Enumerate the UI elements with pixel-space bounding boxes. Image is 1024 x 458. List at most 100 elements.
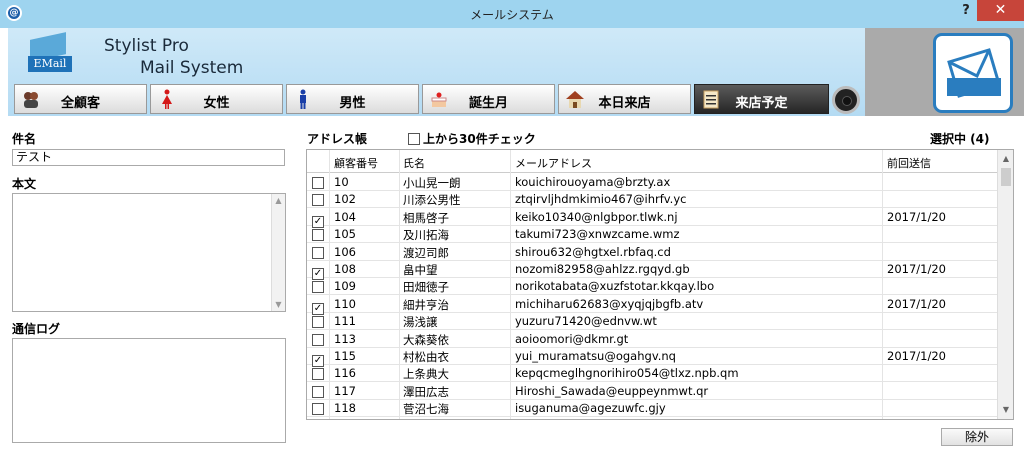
body-scrollbar[interactable]: ▲ ▼ <box>271 194 285 311</box>
cell-name: 村松由衣 <box>403 350 449 364</box>
cell-id: 102 <box>334 192 356 207</box>
cell-id: 117 <box>334 383 356 398</box>
checkbox-icon[interactable] <box>312 194 324 207</box>
tab-all-customers[interactable]: 全顧客 <box>14 84 147 114</box>
checkbox-icon[interactable] <box>312 177 324 189</box>
cell-last-sent: 2017/1/20 <box>887 262 946 276</box>
table-row[interactable]: ✓ 104 相馬啓子 keiko10340@nlgbpor.tlwk.nj 2017/1… <box>307 209 997 228</box>
row-checkbox[interactable] <box>312 367 327 381</box>
window-title: メールシステム <box>470 8 554 22</box>
subject-input[interactable]: テスト <box>12 149 285 166</box>
checkbox-icon[interactable] <box>312 281 324 294</box>
title-bar: @ メールシステム ? ✕ <box>0 0 1024 28</box>
cell-id: 109 <box>334 279 356 294</box>
grid-scrollbar[interactable]: ▲ ▼ <box>997 150 1013 419</box>
cell-id: 10 <box>334 175 349 189</box>
body-textarea[interactable]: ▲ ▼ <box>12 193 286 312</box>
log-label: 通信ログ <box>12 322 61 336</box>
cell-email: ztqirvljhdmkimio467@ihrfv.yc <box>515 192 687 207</box>
cell-email: kepqcmeglhgnorihiro054@tlxz.npb.qm <box>515 366 739 381</box>
exclude-button[interactable]: 除外 <box>941 428 1013 446</box>
tab-female[interactable]: 女性 <box>150 84 283 114</box>
logo-text: EMail <box>28 56 72 72</box>
table-row[interactable]: ✓ 110 細井亨治 michiharu62683@xyqjqjbgfb.atv 201… <box>307 296 997 315</box>
log-textarea[interactable] <box>12 338 286 443</box>
cell-email: norikotabata@xuzfstotar.kkqay.lbo <box>515 279 715 294</box>
cell-name: 相馬啓子 <box>403 210 449 225</box>
cell-email: isuganuma@agezuwfc.gjy <box>515 401 666 416</box>
cell-id: 118 <box>334 401 356 416</box>
checkbox-icon[interactable] <box>312 246 324 259</box>
cell-id: 115 <box>334 349 356 363</box>
close-button[interactable]: ✕ <box>977 0 1024 21</box>
col-header-id[interactable]: 顧客番号 <box>334 155 378 171</box>
subject-label: 件名 <box>12 132 37 146</box>
col-header-last-sent[interactable]: 前回送信 <box>887 155 931 171</box>
table-row[interactable]: 118 菅沼七海 isuganuma@agezuwfc.gjy <box>307 400 997 418</box>
brand-line1: Stylist Pro <box>104 36 189 56</box>
cell-email: aoioomori@dkmr.gt <box>515 331 629 346</box>
cell-name: 大森葵依 <box>403 332 449 347</box>
settings-gear-icon[interactable] <box>832 86 860 114</box>
scroll-down-icon[interactable]: ▼ <box>998 403 1013 417</box>
row-checkbox[interactable] <box>312 402 327 416</box>
scroll-up-icon[interactable]: ▲ <box>998 152 1013 166</box>
checkbox-icon[interactable] <box>408 133 420 145</box>
table-row[interactable]: ✓ 115 村松由衣 yui_muramatsu@ogahgv.nq 2017/1/20 <box>307 348 997 367</box>
cell-name: 渡辺司郎 <box>403 245 449 260</box>
tab-label: 来店予定 <box>735 96 788 111</box>
cell-email: Hiroshi_Sawada@euppeynmwt.qr <box>515 383 709 398</box>
table-row[interactable]: 109 田畑徳子 norikotabata@xuzfstotar.kkqay.lbo <box>307 278 997 296</box>
checkbox-icon[interactable] <box>312 403 324 416</box>
send-mail-button[interactable] <box>933 33 1013 113</box>
table-row[interactable]: 106 渡辺司郎 shirou632@hgtxel.rbfaq.cd <box>307 244 997 261</box>
table-row[interactable]: 116 上条典大 kepqcmeglhgnorihiro054@tlxz.npb.q… <box>307 365 997 383</box>
grid-header: 顧客番号 氏名 メールアドレス 前回送信 <box>307 150 997 173</box>
row-checkbox[interactable] <box>312 333 327 347</box>
cell-id: 104 <box>334 209 356 224</box>
brand-line2: Mail System <box>140 58 244 78</box>
tab-birth-month[interactable]: 誕生月 <box>422 84 555 114</box>
row-checkbox[interactable] <box>312 228 327 242</box>
row-checkbox[interactable] <box>312 193 327 207</box>
row-checkbox[interactable] <box>312 176 327 190</box>
checkbox-icon[interactable] <box>312 385 324 398</box>
checkbox-icon[interactable] <box>312 368 324 381</box>
help-button[interactable]: ? <box>958 3 974 18</box>
cell-id: 106 <box>334 244 356 259</box>
cell-name: 小山晃一朗 <box>403 176 461 190</box>
cell-email: kouichirouoyama@brzty.ax <box>515 175 671 189</box>
scroll-thumb[interactable] <box>1001 168 1011 186</box>
table-row[interactable]: 117 澤田広志 Hiroshi_Sawada@euppeynmwt.qr <box>307 383 997 400</box>
cell-id: 111 <box>334 314 356 329</box>
table-row[interactable]: ✓ 108 畠中望 nozomi82958@ahlzz.rgqyd.gb 2017/1/… <box>307 261 997 280</box>
checkbox-icon[interactable] <box>312 229 324 242</box>
tab-visit-today[interactable]: 本日来店 <box>558 84 691 114</box>
cell-email: shirou632@hgtxel.rbfaq.cd <box>515 244 671 259</box>
send-mail-icon <box>947 48 1001 98</box>
cell-name: 畠中望 <box>403 263 438 277</box>
checkbox-icon[interactable] <box>312 333 324 346</box>
table-row[interactable]: 105 及川拓海 takumi723@xnwzcame.wmz <box>307 226 997 244</box>
row-checkbox[interactable] <box>312 385 327 399</box>
table-row[interactable]: 111 湯浅譲 yuzuru71420@ednvw.wt <box>307 313 997 331</box>
table-row[interactable]: 102 川添公男性 ztqirvljhdmkimio467@ihrfv.yc <box>307 191 997 209</box>
row-checkbox[interactable] <box>312 315 327 329</box>
row-checkbox[interactable] <box>312 280 327 294</box>
col-header-email[interactable]: メールアドレス <box>515 155 592 171</box>
tab-label: 誕生月 <box>468 96 508 111</box>
tab-male[interactable]: 男性 <box>286 84 419 114</box>
table-row[interactable]: 113 大森葵依 aoioomori@dkmr.gt <box>307 331 997 348</box>
row-checkbox[interactable] <box>312 246 327 260</box>
cell-email: yui_muramatsu@ogahgv.nq <box>515 349 676 363</box>
email-logo: EMail <box>24 32 74 74</box>
cell-name: 及川拓海 <box>403 228 449 243</box>
cell-last-sent: 2017/1/20 <box>887 209 946 224</box>
tab-visit-scheduled[interactable]: 来店予定 <box>694 84 829 114</box>
top30-checkbox[interactable]: 上から30件チェック <box>408 130 536 147</box>
table-row[interactable]: 10 小山晃一朗 kouichirouoyama@brzty.ax <box>307 174 997 191</box>
address-grid: 顧客番号 氏名 メールアドレス 前回送信 10 小山晃一朗 kouichirouoy… <box>306 149 1014 420</box>
cell-email: keiko10340@nlgbpor.tlwk.nj <box>515 209 678 224</box>
col-header-name[interactable]: 氏名 <box>403 155 425 171</box>
checkbox-icon[interactable] <box>312 316 324 329</box>
